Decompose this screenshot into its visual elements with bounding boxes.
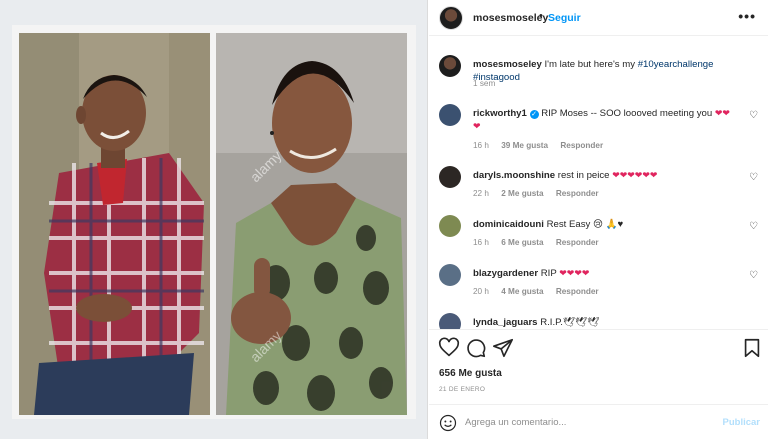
comment-username[interactable]: daryls.moonshine [473, 170, 555, 181]
separator-dot: • [539, 10, 543, 22]
comment-text: RIP Moses -- SOO loooved meeting you [541, 108, 713, 119]
comment-text: Rest Easy 😢 🙏♥ [546, 219, 624, 230]
like-comment-heart-icon[interactable]: ♡ [749, 270, 758, 281]
avatar[interactable] [439, 6, 463, 30]
more-horizontal-icon[interactable]: ••• [738, 8, 756, 24]
comment-time[interactable]: 22 h [473, 189, 489, 198]
reply-button[interactable]: Responder [556, 238, 599, 247]
photo-before [19, 33, 210, 415]
comment-time[interactable]: 16 h [473, 141, 489, 150]
comment-likes[interactable]: 6 Me gusta [501, 238, 543, 247]
hashtag-link[interactable]: #10yearchallenge [638, 59, 714, 70]
publish-button[interactable]: Publicar [723, 417, 761, 428]
comment-username[interactable]: dominicaidouni [473, 219, 544, 230]
avatar[interactable] [439, 104, 461, 126]
comment-username[interactable]: rickworthy1 [473, 108, 527, 119]
follow-button[interactable]: Seguir [548, 12, 581, 24]
comment-icon[interactable] [465, 337, 487, 359]
reply-button[interactable]: Responder [556, 189, 599, 198]
comment-time[interactable]: 20 h [473, 287, 489, 296]
like-comment-heart-icon[interactable]: ♡ [749, 221, 758, 232]
comment-input[interactable] [465, 413, 705, 431]
heart-emoji: ❤❤❤❤ [559, 268, 590, 278]
post-actions: 656 Me gusta 21 DE ENERO Publicar [429, 329, 768, 439]
photo-after: alamy alamy [216, 33, 407, 415]
caption-text: I'm late but here's my [544, 59, 636, 70]
comment-likes[interactable]: 4 Me gusta [501, 287, 543, 296]
comment-username[interactable]: lynda_jaguars [473, 317, 538, 328]
heart-emoji: ❤❤❤❤❤❤ [612, 170, 658, 180]
share-icon[interactable] [492, 337, 514, 359]
comment-likes[interactable]: 2 Me gusta [501, 189, 543, 198]
comment-username[interactable]: blazygardener [473, 268, 538, 279]
post-media-panel: alamy alamy [0, 0, 428, 439]
verified-badge-icon: ✓ [529, 110, 539, 119]
post-sidebar: mosesmoseley • Seguir ••• mosesmoseley I… [429, 0, 768, 439]
bookmark-icon[interactable] [741, 337, 763, 359]
comments-list[interactable]: mosesmoseley I'm late but here's my #10y… [429, 37, 768, 329]
like-comment-heart-icon[interactable]: ♡ [749, 110, 758, 121]
avatar[interactable] [439, 215, 461, 237]
emoji-icon[interactable] [439, 414, 457, 432]
post-date[interactable]: 21 DE ENERO [439, 386, 485, 393]
reply-button[interactable]: Responder [560, 141, 603, 150]
caption-time[interactable]: 1 sem [473, 79, 495, 88]
add-comment-bar: Publicar [429, 404, 768, 439]
caption-username[interactable]: mosesmoseley [473, 59, 542, 70]
comment-likes[interactable]: 39 Me gusta [501, 141, 548, 150]
comment-text: R.I.P.🕊🕊🕊 [540, 317, 600, 328]
header-username[interactable]: mosesmoseley [473, 12, 548, 24]
likes-count[interactable]: 656 Me gusta [439, 368, 502, 379]
avatar[interactable] [439, 264, 461, 286]
avatar[interactable] [439, 55, 461, 77]
comment-text: RIP [540, 268, 557, 279]
like-heart-icon[interactable] [438, 337, 460, 359]
avatar[interactable] [439, 166, 461, 188]
like-comment-heart-icon[interactable]: ♡ [749, 172, 758, 183]
comment-text: rest in peice [557, 170, 610, 181]
post-image[interactable]: alamy alamy [12, 25, 416, 419]
comment-time[interactable]: 16 h [473, 238, 489, 247]
avatar[interactable] [439, 313, 461, 329]
post-header: mosesmoseley • Seguir ••• [429, 0, 768, 36]
reply-button[interactable]: Responder [556, 287, 599, 296]
